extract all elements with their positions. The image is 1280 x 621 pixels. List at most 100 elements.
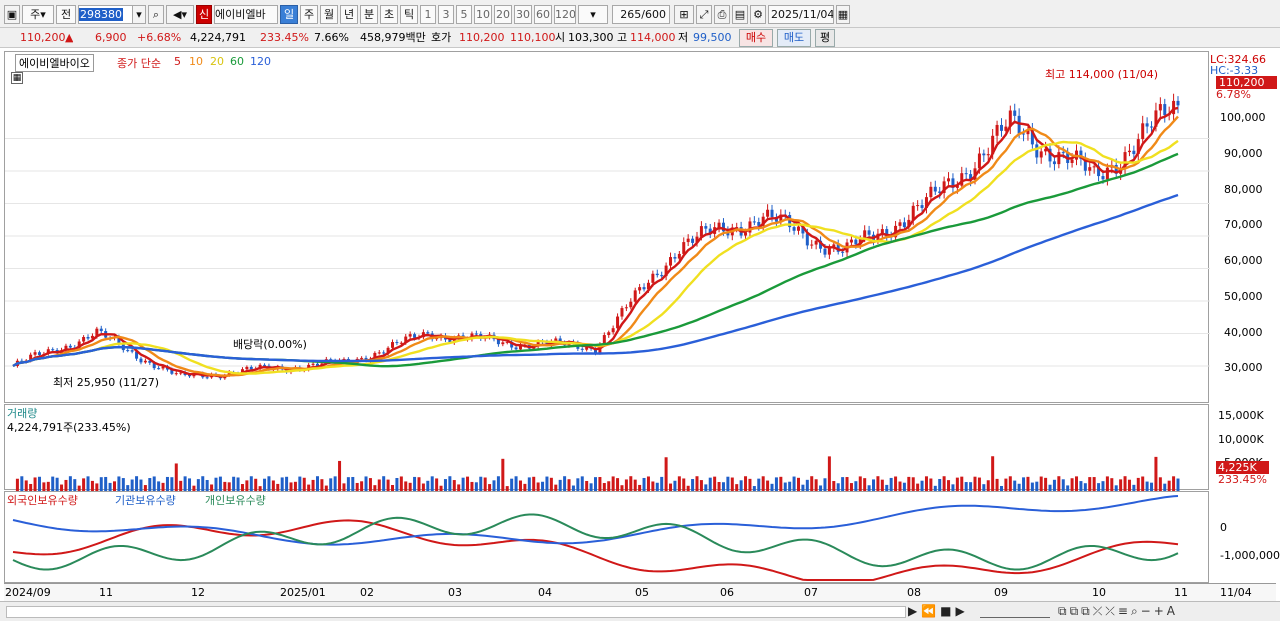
count-field[interactable]: 265/600 xyxy=(612,5,670,24)
volume-bar xyxy=(757,478,761,491)
price-panel[interactable]: 에이비엘바이오 종가 단순 5 10 20 60 120 ▦ 최고 114,00… xyxy=(4,51,1210,404)
interval-button-5[interactable]: 5 xyxy=(456,5,472,24)
interval-button-60[interactable]: 60 xyxy=(534,5,552,24)
volume-bar xyxy=(929,478,933,491)
interval-button-20[interactable]: 20 xyxy=(494,5,512,24)
interval-custom-select[interactable]: ▾ xyxy=(578,5,608,24)
ma-20-label: 20 xyxy=(210,55,224,68)
volume-bar xyxy=(942,476,946,491)
volume-bar xyxy=(121,478,125,491)
volume-bar xyxy=(585,480,589,491)
gear-icon[interactable]: ⚙ xyxy=(750,5,766,24)
sell-button[interactable]: 매도 xyxy=(777,29,811,47)
volume-bar xyxy=(836,483,840,491)
bid-price: 110,200 xyxy=(459,31,505,44)
holders-panel[interactable]: 외국인보유수량 기관보유수량 개인보유수량 xyxy=(4,491,1209,583)
volume-bar xyxy=(1008,476,1012,491)
holders-tick: 0 xyxy=(1220,521,1227,534)
volume-bar xyxy=(161,482,165,491)
candle-body xyxy=(1088,167,1092,171)
scroll-track[interactable] xyxy=(6,606,906,618)
volume-bar xyxy=(368,478,372,491)
holders-chart[interactable] xyxy=(5,492,1210,584)
volume-bar xyxy=(726,476,730,491)
volume-bar xyxy=(386,479,390,491)
buy-button[interactable]: 매수 xyxy=(739,29,773,47)
price-change: 6,900 xyxy=(95,31,127,44)
volume-bar xyxy=(691,479,695,491)
volume-bar xyxy=(545,476,549,491)
zoom-slider[interactable] xyxy=(980,606,1050,618)
interval-button-30[interactable]: 30 xyxy=(514,5,532,24)
date-label: 12 xyxy=(191,586,205,599)
period-button-tick[interactable]: 틱 xyxy=(400,5,418,24)
volume-value: 4,224,791 xyxy=(190,31,246,44)
stock-name-field[interactable]: 에이비엘바 xyxy=(214,5,278,24)
volume-bar xyxy=(360,481,364,491)
volume-bar xyxy=(1030,482,1034,491)
volume-bar xyxy=(646,476,650,491)
volume-bar xyxy=(46,481,50,491)
chevron-down-icon[interactable]: ▾ xyxy=(132,5,146,24)
calendar-icon[interactable]: ▦ xyxy=(836,5,850,24)
mode-button[interactable]: 전 xyxy=(56,5,76,24)
window-icon[interactable]: ▣ xyxy=(4,5,20,24)
volume-bar xyxy=(889,477,893,491)
volume-bar xyxy=(814,479,818,491)
date-value: 2025/11/04 xyxy=(771,8,834,21)
period-button-week[interactable]: 주 xyxy=(300,5,318,24)
interval-button-1[interactable]: 1 xyxy=(420,5,436,24)
date-field[interactable]: 2025/11/04 xyxy=(768,5,834,24)
volume-bar xyxy=(1154,456,1158,491)
save-icon[interactable]: ▤ xyxy=(732,5,748,24)
volume-bar xyxy=(955,477,959,491)
candle-body xyxy=(982,153,986,156)
volume-bar xyxy=(951,484,955,491)
volume-bar xyxy=(1079,481,1083,491)
volume-bar xyxy=(82,478,86,491)
volume-bar xyxy=(218,476,222,491)
volume-chart[interactable] xyxy=(5,405,1210,491)
candle-body xyxy=(629,301,633,308)
table-icon[interactable]: ▦ xyxy=(11,72,23,84)
playback-controls-icon[interactable]: ▶⏪■▶ xyxy=(908,604,969,618)
volume-panel[interactable]: 거래량 4,224,791주(233.45%) xyxy=(4,404,1210,491)
individual-holders-label: 개인보유수량 xyxy=(205,494,266,507)
bottom-controls: ▶⏪■▶ ⧉⧉⧉⤫⤫≡⌕−+A xyxy=(0,601,1280,621)
candle-body xyxy=(382,352,386,354)
interval-button-3[interactable]: 3 xyxy=(438,5,454,24)
volume-bar xyxy=(68,476,72,491)
date-label: 08 xyxy=(907,586,921,599)
volume-bar xyxy=(1176,478,1180,491)
volume-bar xyxy=(699,480,703,491)
speaker-icon[interactable]: ◀▾ xyxy=(166,5,194,24)
price-chart[interactable] xyxy=(5,52,1210,404)
period-button-second[interactable]: 초 xyxy=(380,5,398,24)
interval-button-10[interactable]: 10 xyxy=(474,5,492,24)
period-button-day[interactable]: 일 xyxy=(280,5,298,24)
grid-icon[interactable]: ⊞ xyxy=(674,5,694,24)
volume-bar xyxy=(55,477,59,491)
chart-tools-icon[interactable]: ⧉⧉⧉⤫⤫≡⌕−+A xyxy=(1058,604,1178,619)
search-icon[interactable]: ⌕ xyxy=(148,5,164,24)
price-panel-title: 에이비엘바이오 xyxy=(15,54,94,72)
price-tick: 70,000 xyxy=(1224,218,1263,231)
period-button-year[interactable]: 년 xyxy=(340,5,358,24)
period-select[interactable]: 주▾ xyxy=(22,5,54,24)
volume-bar xyxy=(227,482,231,491)
volume-bar xyxy=(1039,476,1043,491)
crosshair-icon[interactable]: ⤢ xyxy=(696,5,712,24)
volume-bar xyxy=(152,476,156,491)
volume-bar xyxy=(399,476,403,491)
candle-body xyxy=(638,287,642,291)
volume-bar xyxy=(130,479,134,491)
low-price: 99,500 xyxy=(693,31,732,44)
volume-bar xyxy=(452,480,456,491)
interval-button-120[interactable]: 120 xyxy=(554,5,576,24)
period-button-month[interactable]: 월 xyxy=(320,5,338,24)
print-icon[interactable]: ⎙ xyxy=(714,5,730,24)
eval-button[interactable]: 평 xyxy=(815,29,835,47)
period-button-minute[interactable]: 분 xyxy=(360,5,378,24)
volume-bar xyxy=(333,476,337,491)
candle-body xyxy=(744,232,748,236)
